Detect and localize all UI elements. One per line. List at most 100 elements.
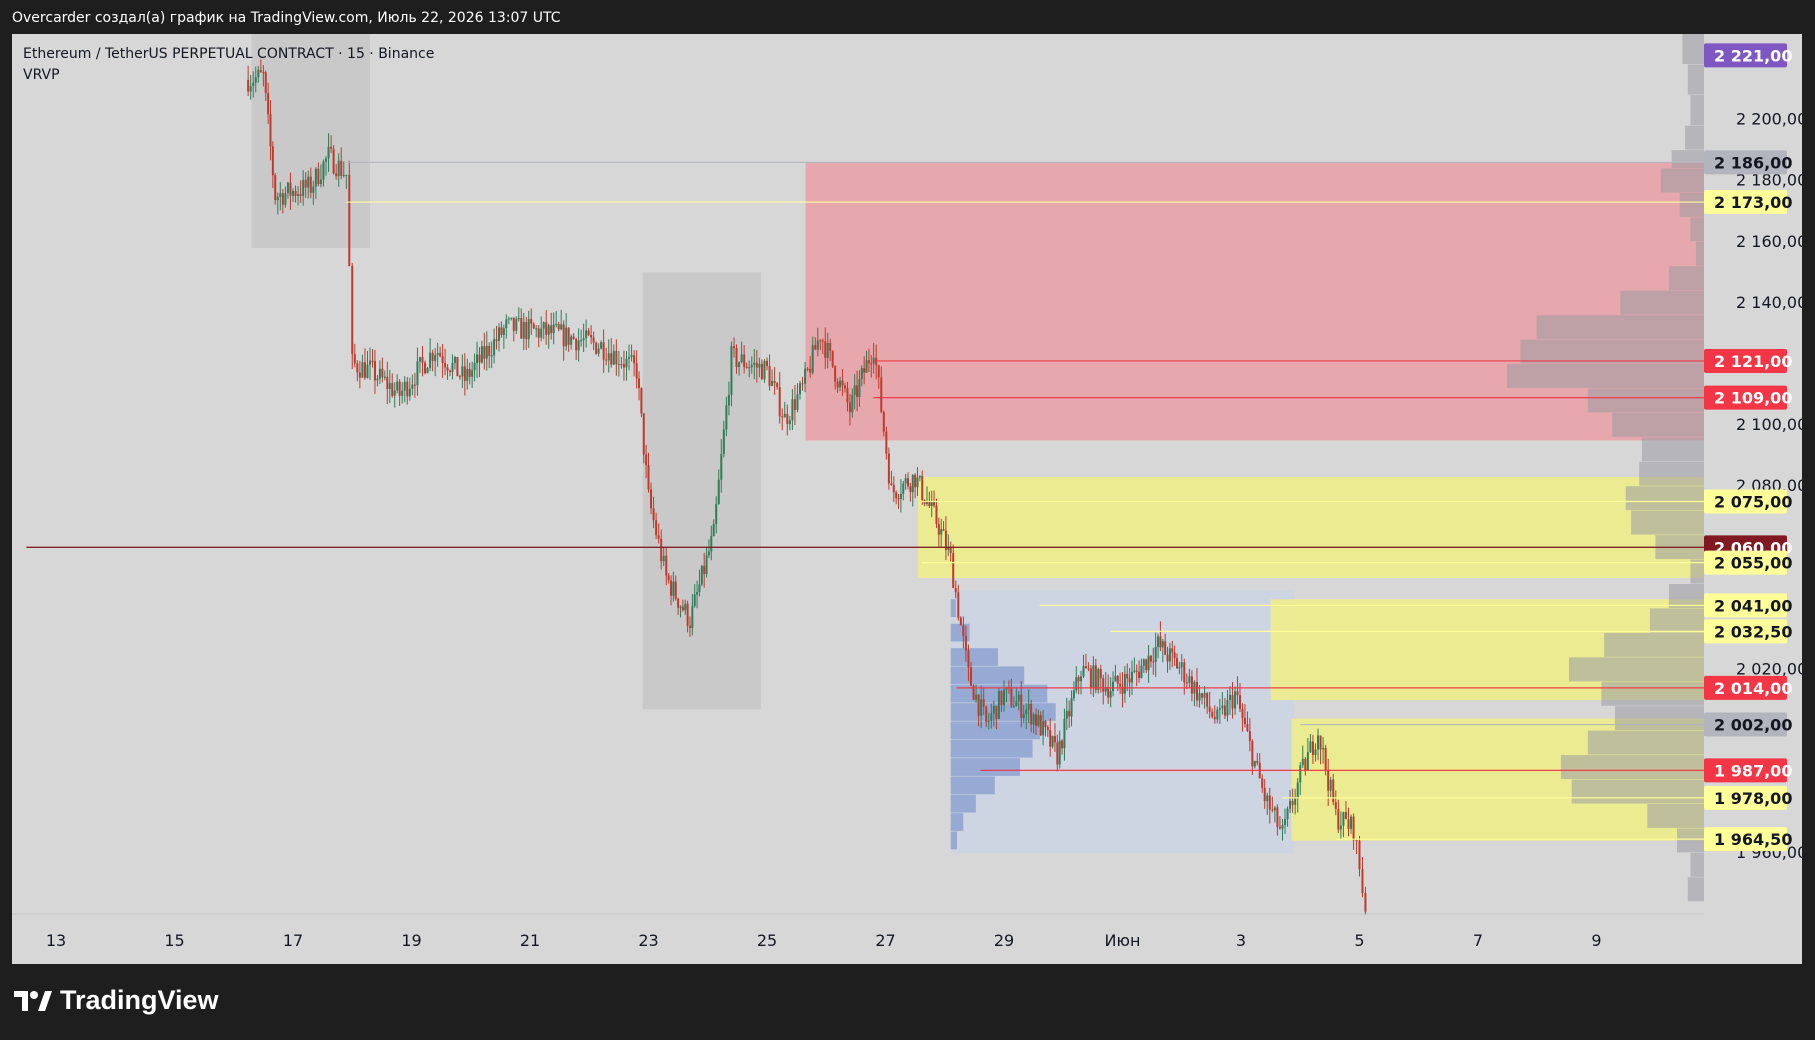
chart-area[interactable]: 2 200,00 2 180,00 2 160,00 2 140,00 2 100,00… — [12, 34, 1802, 964]
candle-body-331 — [1068, 710, 1071, 717]
candle-body-215 — [783, 413, 786, 418]
candle-body-67 — [416, 361, 419, 386]
candle-body-245 — [858, 378, 861, 397]
candle-body-381 — [1188, 676, 1191, 683]
candle-body-370 — [1161, 641, 1164, 648]
candle-body-294 — [977, 694, 980, 716]
candle-body-217 — [788, 420, 791, 425]
candle-body-57 — [391, 383, 394, 396]
candle-body-401 — [1239, 695, 1242, 710]
candle-body-359 — [1135, 670, 1138, 672]
candle-body-352 — [1119, 683, 1122, 687]
candle-body-351 — [1116, 675, 1119, 684]
candle-body-220 — [796, 394, 799, 410]
candle-body-117 — [540, 328, 543, 338]
candle-body-378 — [1180, 662, 1183, 668]
candle-body-61 — [401, 390, 404, 396]
candle-body-430 — [1311, 741, 1314, 756]
candle-body-21 — [299, 194, 302, 196]
candle-body-366 — [1152, 661, 1155, 663]
candle-body-285 — [954, 588, 957, 593]
candle-body-335 — [1077, 677, 1080, 682]
candle-body-150 — [622, 364, 625, 368]
candle-body-421 — [1289, 800, 1292, 809]
candle-body-49 — [371, 360, 374, 362]
candle-body-39 — [345, 174, 348, 176]
candle-body-188 — [715, 504, 718, 525]
candle-body-311 — [1020, 694, 1023, 718]
candle-body-221 — [799, 383, 802, 395]
candle-body-195 — [732, 346, 735, 349]
candle-body-223 — [804, 368, 807, 384]
tradingview-logo[interactable]: TradingView — [14, 985, 219, 1016]
volume-profile-bar-3 — [1685, 125, 1704, 150]
candle-body-426 — [1301, 758, 1304, 766]
candle-body-68 — [418, 357, 421, 362]
x-tick-label-27: 27 — [875, 931, 895, 950]
candle-body-156 — [638, 378, 641, 389]
candle-body-105 — [510, 317, 513, 319]
volume-profile-bar-1 — [1687, 64, 1704, 95]
candle-body-218 — [791, 399, 794, 421]
candle-body-317 — [1034, 714, 1037, 726]
candle-body-151 — [625, 358, 628, 368]
brand-name: TradingView — [60, 985, 219, 1015]
candle-body-325 — [1053, 736, 1056, 743]
candle-body-134 — [582, 338, 585, 341]
supply-zone[interactable] — [805, 162, 1704, 441]
indicator-name[interactable]: VRVP — [23, 65, 434, 86]
candle-body-36 — [337, 160, 340, 177]
range-box-2[interactable] — [642, 272, 762, 710]
candle-body-442 — [1342, 812, 1345, 826]
candle-body-147 — [615, 350, 618, 365]
candle-body-382 — [1190, 676, 1193, 694]
candle-body-83 — [456, 357, 459, 377]
candle-body-323 — [1049, 730, 1052, 747]
candle-body-303 — [1000, 690, 1003, 706]
candle-body-66 — [413, 384, 416, 386]
candle-body-286 — [957, 592, 960, 618]
candle-body-367 — [1154, 647, 1157, 662]
chart-caption: Overcarder создал(а) график на TradingVi… — [12, 10, 561, 26]
candle-body-232 — [826, 343, 829, 358]
candle-body-199 — [743, 354, 746, 367]
candle-body-229 — [819, 340, 822, 342]
candle-body-314 — [1027, 703, 1030, 710]
x-tick-label-7: 7 — [1473, 931, 1483, 950]
candle-body-290 — [967, 650, 970, 668]
candle-body-46 — [363, 362, 366, 378]
candle-body-194 — [730, 346, 733, 395]
candle-body-53 — [381, 368, 384, 378]
candle-body-399 — [1234, 691, 1237, 709]
volume-profile-bar-31 — [1647, 804, 1704, 828]
volume-profile-bar-11 — [1536, 315, 1704, 340]
candle-body-139 — [595, 342, 598, 354]
candle-body-449 — [1361, 869, 1364, 893]
candle-body-63 — [406, 381, 409, 397]
price-label-1-978-00: 1 978,00 — [1714, 789, 1792, 808]
volume-profile-bar-5 — [1660, 168, 1704, 193]
candle-body-44 — [358, 372, 361, 378]
candle-body-35 — [335, 173, 338, 177]
candle-body-226 — [811, 344, 814, 373]
symbol-title[interactable]: Ethereum / TetherUS PERPETUAL CONTRACT ·… — [23, 44, 434, 65]
candle-body-419 — [1284, 819, 1287, 825]
candle-body-280 — [942, 529, 945, 531]
candle-body-193 — [727, 394, 730, 406]
candle-body-299 — [990, 713, 993, 721]
candle-body-406 — [1251, 741, 1254, 767]
candle-body-320 — [1042, 721, 1045, 736]
candle-body-81 — [451, 362, 454, 373]
candlestick-chart[interactable]: 2 200,002 180,002 160,002 140,002 100,00… — [12, 34, 1802, 964]
volume-profile-bar-22 — [1668, 584, 1704, 608]
candle-body-109 — [520, 318, 523, 339]
candle-body-118 — [542, 322, 545, 329]
candle-body-428 — [1306, 752, 1309, 771]
candle-body-389 — [1208, 706, 1211, 712]
candle-body-243 — [853, 385, 856, 395]
candle-body-448 — [1358, 840, 1361, 870]
candle-body-349 — [1112, 681, 1115, 692]
candle-body-235 — [834, 366, 837, 382]
candle-body-98 — [493, 339, 496, 356]
candle-body-92 — [478, 354, 481, 363]
